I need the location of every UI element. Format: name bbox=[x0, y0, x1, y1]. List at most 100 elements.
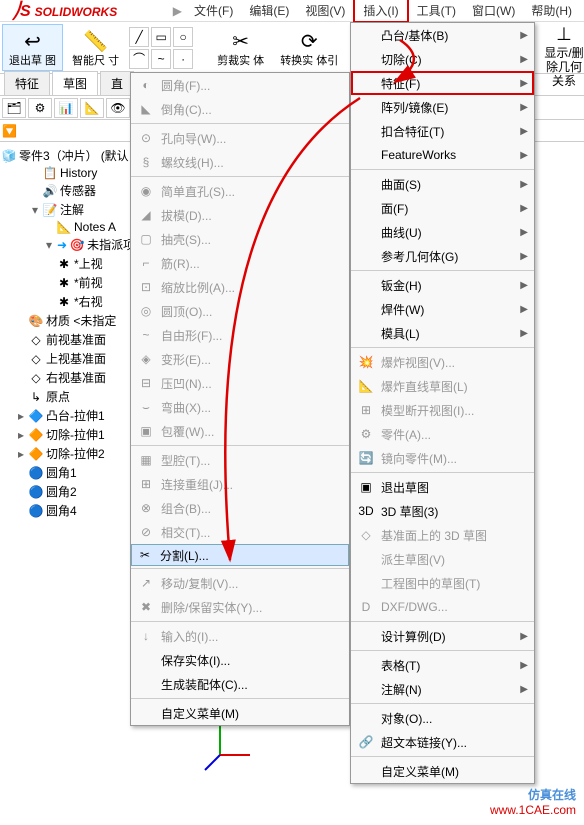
menu-item[interactable]: 表格(T)▶ bbox=[351, 653, 534, 677]
tree-item-icon: 📐 bbox=[57, 220, 71, 234]
menu-insert[interactable]: 插入(I) bbox=[353, 0, 408, 23]
menu-item-label: 零件(A)... bbox=[381, 426, 431, 443]
menu-item[interactable]: 保存实体(I)... bbox=[131, 648, 349, 672]
trim-button[interactable]: ✂ 剪裁实 体 bbox=[210, 24, 271, 70]
tab-direct[interactable]: 直 bbox=[100, 71, 134, 95]
menu-item[interactable]: 曲面(S)▶ bbox=[351, 172, 534, 196]
menu-item[interactable]: FeatureWorks▶ bbox=[351, 143, 534, 167]
menu-item[interactable]: 曲线(U)▶ bbox=[351, 220, 534, 244]
menubar: ⎠S SOLIDWORKS ▶ 文件(F) 编辑(E) 视图(V) 插入(I) … bbox=[0, 0, 584, 22]
menu-item[interactable]: 焊件(W)▶ bbox=[351, 297, 534, 321]
menu-item-label: 压凹(N)... bbox=[161, 375, 212, 392]
menu-item-label: 曲线(U) bbox=[381, 224, 422, 241]
menu-item-icon: ◣ bbox=[137, 100, 155, 118]
menu-item-icon: 💥 bbox=[357, 353, 375, 371]
menu-edit[interactable]: 编辑(E) bbox=[241, 0, 297, 21]
menu-item[interactable]: 设计算例(D)▶ bbox=[351, 624, 534, 648]
display-tab[interactable]: 👁 bbox=[106, 98, 130, 118]
menu-item-label: 生成装配体(C)... bbox=[161, 676, 248, 693]
menu-item[interactable]: 凸台/基体(B) ▶ bbox=[351, 23, 534, 47]
tree-item-label: 凸台-拉伸1 bbox=[46, 407, 105, 424]
menu-item[interactable]: 钣金(H)▶ bbox=[351, 273, 534, 297]
menu-item[interactable]: 注解(N)▶ bbox=[351, 677, 534, 701]
menu-view[interactable]: 视图(V) bbox=[297, 0, 353, 21]
menu-item-label: 凸台/基体(B) bbox=[381, 27, 448, 44]
menu-item-label: 拔模(D)... bbox=[161, 207, 212, 224]
tab-feature[interactable]: 特征 bbox=[4, 71, 50, 95]
menu-item-label: 工程图中的草图(T) bbox=[381, 575, 480, 592]
menu-item[interactable]: 阵列/镜像(E)▶ bbox=[351, 95, 534, 119]
menu-item[interactable]: ✂ 分割(L)... bbox=[131, 544, 349, 566]
tree-item-icon: 📝 bbox=[43, 203, 57, 217]
menu-file[interactable]: 文件(F) bbox=[186, 0, 241, 21]
menu-item-label: 分割(L)... bbox=[160, 547, 209, 564]
menu-item-label: 爆炸直线草图(L) bbox=[381, 378, 468, 395]
menu-item[interactable]: ▣退出草图 bbox=[351, 475, 534, 499]
menu-help[interactable]: 帮助(H) bbox=[523, 0, 580, 21]
feature-tree-tab[interactable]: 🗂 bbox=[2, 98, 26, 118]
trim-icon: ✂ bbox=[227, 27, 255, 55]
property-tab[interactable]: ⚙ bbox=[28, 98, 52, 118]
menu-item-icon: ✂ bbox=[136, 546, 154, 564]
menu-item-label: 爆炸视图(V)... bbox=[381, 354, 455, 371]
expand-icon[interactable]: ▸ bbox=[16, 447, 26, 461]
expand-icon[interactable]: ▾ bbox=[30, 203, 40, 217]
relations-button[interactable]: ⊥ 显示/删 除几何 关系 bbox=[544, 24, 584, 89]
menu-item-label: 简单直孔(S)... bbox=[161, 183, 235, 200]
menu-item[interactable]: 模具(L)▶ bbox=[351, 321, 534, 345]
menu-item[interactable]: 生成装配体(C)... bbox=[131, 672, 349, 696]
menu-item[interactable]: 🔗超文本链接(Y)... bbox=[351, 730, 534, 754]
menu-item: ◢ 拔模(D)... bbox=[131, 203, 349, 227]
menu-item-icon: ⊙ bbox=[137, 129, 155, 147]
line-tool-button[interactable]: ╱ bbox=[129, 27, 149, 47]
menu-item-label: 基准面上的 3D 草图 bbox=[381, 527, 487, 544]
submenu-arrow-icon: ▶ bbox=[520, 631, 528, 642]
menu-window[interactable]: 窗口(W) bbox=[464, 0, 523, 21]
menu-tools[interactable]: 工具(T) bbox=[409, 0, 464, 21]
menu-item: ↓输入的(I)... bbox=[131, 624, 349, 648]
rect-tool-button[interactable]: ▭ bbox=[151, 27, 171, 47]
menu-item[interactable]: 3D3D 草图(3) bbox=[351, 499, 534, 523]
expand-icon[interactable]: ▸ bbox=[16, 409, 26, 423]
menu-item[interactable]: 面(F)▶ bbox=[351, 196, 534, 220]
convert-button[interactable]: ⟳ 转换实 体引 bbox=[273, 24, 345, 70]
menu-item[interactable]: 自定义菜单(M) bbox=[131, 701, 349, 725]
point-tool-button[interactable]: · bbox=[173, 49, 193, 69]
tab-sketch[interactable]: 草图 bbox=[52, 71, 98, 95]
menu-item-icon bbox=[357, 98, 375, 116]
smart-dimension-button[interactable]: 📏 智能尺 寸 bbox=[65, 24, 126, 70]
menu-item: ⊡缩放比例(A)... bbox=[131, 275, 349, 299]
menu-item[interactable]: 对象(O)... bbox=[351, 706, 534, 730]
expand-icon[interactable]: ▾ bbox=[44, 238, 54, 252]
expand-icon[interactable]: ▸ bbox=[16, 428, 26, 442]
menu-item-label: 3D 草图(3) bbox=[381, 503, 438, 520]
filter-icon[interactable]: 🔽 bbox=[2, 124, 17, 138]
tree-item-icon: 🔵 bbox=[29, 504, 43, 518]
menu-item: ◇基准面上的 3D 草图 bbox=[351, 523, 534, 547]
menu-item-label: 型腔(T)... bbox=[161, 452, 210, 469]
menu-item: 💥 爆炸视图(V)... bbox=[351, 350, 534, 374]
menu-item[interactable]: 扣合特征(T)▶ bbox=[351, 119, 534, 143]
tree-root-label: 零件3（冲片） bbox=[19, 147, 98, 164]
submenu-arrow-icon: ▶ bbox=[520, 30, 528, 41]
menu-item[interactable]: 自定义菜单(M) bbox=[351, 759, 534, 783]
spline-tool-button[interactable]: ~ bbox=[151, 49, 171, 69]
menu-item[interactable]: 切除(C)▶ bbox=[351, 47, 534, 71]
menu-item-icon: ⊟ bbox=[137, 374, 155, 392]
menu-item-icon bbox=[357, 324, 375, 342]
dim-tab[interactable]: 📐 bbox=[80, 98, 104, 118]
tree-item-icon: 🔵 bbox=[29, 485, 43, 499]
exit-sketch-button[interactable]: ↩ 退出草 图 bbox=[2, 24, 63, 70]
circle-tool-button[interactable]: ○ bbox=[173, 27, 193, 47]
submenu-arrow-icon: ▶ bbox=[520, 328, 528, 339]
arc-tool-button[interactable]: ⌒ bbox=[129, 49, 149, 69]
menu-item[interactable]: 参考几何体(G)▶ bbox=[351, 244, 534, 268]
menu-item-icon: ◢ bbox=[137, 206, 155, 224]
config-tab[interactable]: 📊 bbox=[54, 98, 78, 118]
menu-item[interactable]: 特征(F)▶ bbox=[351, 71, 534, 95]
tree-item-label: 注解 bbox=[60, 201, 84, 218]
menu-item: ⌐筋(R)... bbox=[131, 251, 349, 275]
menu-item: 派生草图(V) bbox=[351, 547, 534, 571]
menu-item: DDXF/DWG... bbox=[351, 595, 534, 619]
tree-item-label: *前视 bbox=[74, 274, 103, 291]
